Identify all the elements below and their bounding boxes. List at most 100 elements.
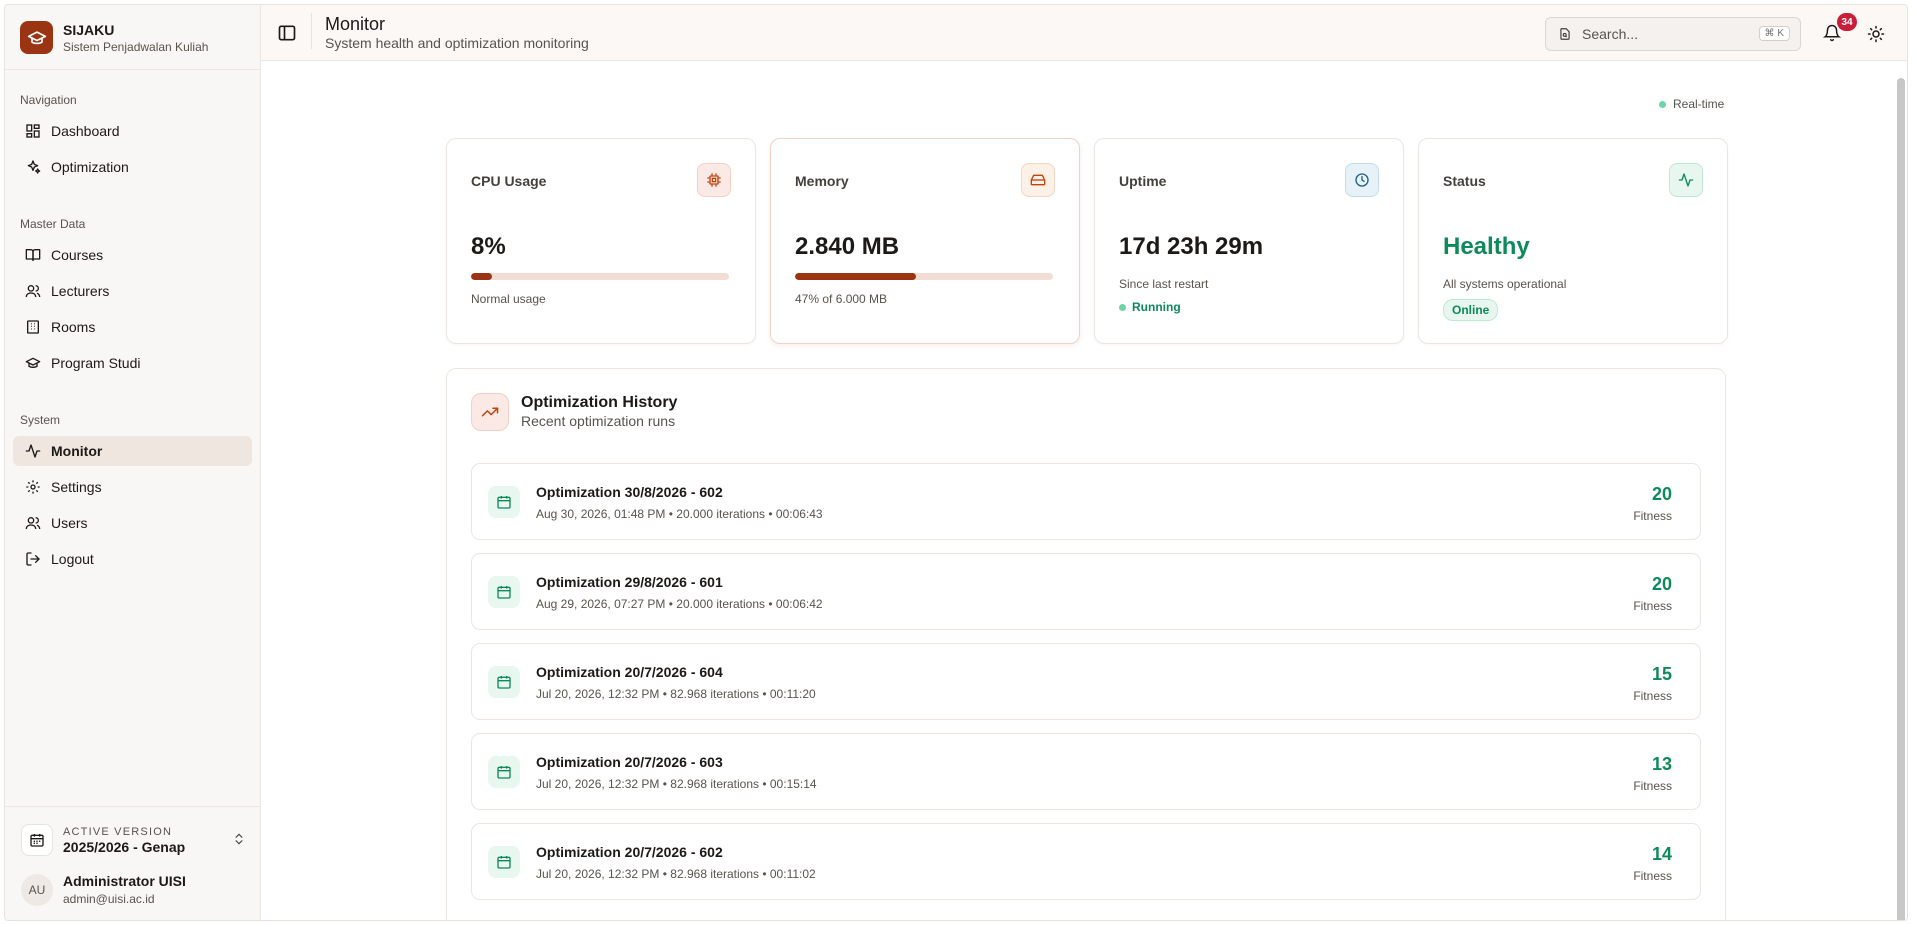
sidebar-toggle-icon[interactable] — [277, 23, 297, 43]
search-file-icon — [1560, 28, 1570, 40]
sidebar-item-label: Logout — [51, 551, 94, 567]
sidebar-item-label: Settings — [51, 479, 102, 495]
sidebar-item-courses[interactable]: Courses — [13, 240, 252, 270]
card-label: Memory — [795, 173, 849, 189]
building-icon — [27, 320, 39, 334]
activity-icon — [1669, 163, 1703, 197]
sun-icon[interactable] — [1867, 25, 1885, 43]
avatar: AU — [21, 873, 53, 906]
app-window: SIJAKU Sistem Penjadwalan Kuliah Navigat… — [4, 4, 1908, 921]
divider — [5, 69, 260, 70]
list-item[interactable]: Optimization 29/8/2026 - 601 Aug 29, 202… — [471, 553, 1701, 630]
calendar-icon — [488, 666, 520, 698]
card-label: CPU Usage — [471, 173, 547, 189]
run-title: Optimization 20/7/2026 - 603 — [536, 754, 723, 770]
dashboard-icon — [26, 124, 40, 138]
status-card: Status Healthy All systems operational O… — [1418, 138, 1728, 344]
cpu-progress-bar — [471, 273, 729, 280]
sidebar-item-lecturers[interactable]: Lecturers — [13, 276, 252, 306]
cpu-icon — [697, 163, 731, 197]
sidebar-item-label: Dashboard — [51, 123, 120, 139]
card-label: Uptime — [1119, 173, 1167, 189]
run-meta: Aug 29, 2026, 07:27 PM • 20.000 iteratio… — [536, 597, 823, 611]
calendar-icon — [488, 576, 520, 608]
trending-up-icon — [471, 393, 509, 431]
status-value: Healthy — [1443, 233, 1530, 260]
sidebar-item-label: Lecturers — [51, 283, 110, 299]
calendar-icon — [488, 846, 520, 878]
status-badge: Online — [1443, 299, 1499, 321]
memory-progress-fill — [795, 273, 917, 280]
logout-icon — [26, 552, 40, 566]
history-subtitle: Recent optimization runs — [521, 413, 676, 429]
sparkles-icon — [27, 160, 41, 174]
book-icon — [25, 249, 41, 261]
users-icon — [25, 517, 41, 530]
nav-group-label-master-data: Master Data — [20, 217, 86, 231]
sidebar-item-label: Users — [51, 515, 88, 531]
user-email: admin@uisi.ac.id — [63, 892, 155, 906]
graduation-cap-logo-icon — [20, 21, 53, 54]
run-title: Optimization 30/8/2026 - 602 — [536, 484, 723, 500]
sidebar-item-logout[interactable]: Logout — [13, 544, 252, 574]
sidebar-item-label: Optimization — [51, 159, 129, 175]
nav-group-label-navigation: Navigation — [20, 93, 77, 107]
sidebar-item-users[interactable]: Users — [13, 508, 252, 538]
running-status: Running — [1119, 300, 1181, 314]
uptime-note: Since last restart — [1119, 277, 1209, 291]
main-content: Real-time CPU Usage 8% Normal usage Memo… — [261, 62, 1907, 920]
run-score: 13 — [1651, 754, 1672, 774]
sidebar-item-label: Rooms — [51, 319, 96, 335]
sidebar-item-optimization[interactable]: Optimization — [13, 152, 252, 182]
run-score: 14 — [1651, 844, 1672, 864]
version-switcher[interactable]: ACTIVE VERSION 2025/2026 - Genap — [21, 820, 246, 860]
run-title: Optimization 20/7/2026 - 604 — [536, 664, 723, 680]
sidebar-item-monitor[interactable]: Monitor — [13, 436, 252, 466]
uptime-value: 17d 23h 29m — [1119, 233, 1264, 260]
run-score-label: Fitness — [1633, 689, 1672, 703]
realtime-label: Real-time — [1673, 97, 1725, 111]
memory-value: 2.840 MB — [795, 233, 900, 260]
list-item[interactable]: Optimization 20/7/2026 - 604 Jul 20, 202… — [471, 643, 1701, 720]
status-dot — [1119, 303, 1126, 311]
list-item[interactable]: Optimization 20/7/2026 - 603 Jul 20, 202… — [471, 733, 1701, 810]
search-input[interactable]: Search... ⌘ K — [1545, 17, 1801, 51]
card-label: Status — [1443, 173, 1486, 189]
list-item[interactable]: Optimization 30/8/2026 - 602 Aug 30, 202… — [471, 463, 1701, 540]
run-meta: Jul 20, 2026, 12:32 PM • 82.968 iteratio… — [536, 777, 817, 791]
hard-drive-icon — [1021, 163, 1055, 197]
optimization-history-panel: Optimization History Recent optimization… — [446, 368, 1726, 920]
version-value: 2025/2026 - Genap — [63, 838, 186, 855]
user-profile[interactable]: AU Administrator UISI admin@uisi.ac.id — [21, 873, 186, 906]
clock-icon — [1345, 163, 1379, 197]
sidebar-item-label: Monitor — [51, 443, 103, 459]
run-score: 20 — [1651, 574, 1672, 594]
run-score: 20 — [1651, 484, 1672, 504]
sidebar-item-rooms[interactable]: Rooms — [13, 312, 252, 342]
brand-title: SIJAKU — [63, 21, 115, 38]
memory-note: 47% of 6.000 MB — [795, 292, 888, 306]
list-item[interactable]: Optimization 20/7/2026 - 602 Jul 20, 202… — [471, 823, 1701, 900]
brand[interactable]: SIJAKU Sistem Penjadwalan Kuliah — [20, 21, 208, 54]
status-note: All systems operational — [1443, 277, 1567, 291]
memory-card: Memory 2.840 MB 47% of 6.000 MB — [770, 138, 1080, 344]
run-meta: Aug 30, 2026, 01:48 PM • 20.000 iteratio… — [536, 507, 823, 521]
cpu-progress-fill — [471, 273, 492, 280]
divider — [311, 13, 312, 49]
gear-icon — [26, 480, 40, 494]
run-title: Optimization 29/8/2026 - 601 — [536, 574, 723, 590]
brand-subtitle: Sistem Penjadwalan Kuliah — [63, 39, 209, 54]
run-score-label: Fitness — [1633, 599, 1672, 613]
version-label: ACTIVE VERSION — [63, 825, 173, 838]
scrollbar[interactable] — [1897, 78, 1905, 920]
users-icon — [25, 285, 41, 298]
sidebar-item-dashboard[interactable]: Dashboard — [13, 116, 252, 146]
sidebar-item-program-studi[interactable]: Program Studi — [13, 348, 252, 378]
graduation-cap-icon — [25, 357, 41, 368]
sidebar-item-settings[interactable]: Settings — [13, 472, 252, 502]
sidebar-item-label: Courses — [51, 247, 104, 263]
chevron-up-down-icon — [235, 833, 243, 845]
cpu-card: CPU Usage 8% Normal usage — [446, 138, 756, 344]
page-subtitle: System health and optimization monitorin… — [325, 35, 589, 51]
run-meta: Jul 20, 2026, 12:32 PM • 82.968 iteratio… — [536, 867, 816, 881]
